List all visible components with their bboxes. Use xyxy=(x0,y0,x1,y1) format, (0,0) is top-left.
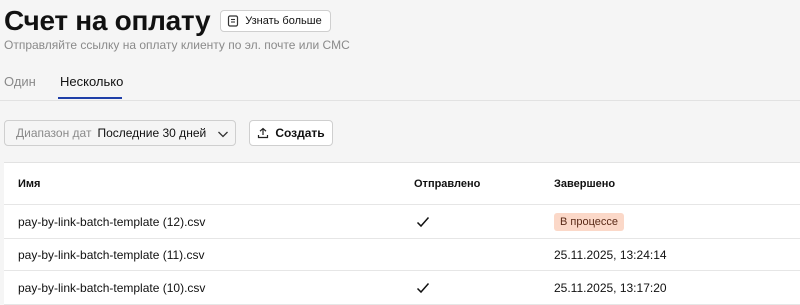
tab-single[interactable]: Один xyxy=(4,74,36,89)
completed-timestamp: 25.11.2025, 13:24:14 xyxy=(554,247,667,262)
table-row[interactable]: pay-by-link-batch-template (10).csv 25.1… xyxy=(4,271,800,305)
date-range-label: Диапазон дат xyxy=(16,126,92,140)
page-subtitle: Отправляйте ссылку на оплату клиенту по … xyxy=(4,38,350,52)
file-name: pay-by-link-batch-template (10).csv xyxy=(18,280,206,295)
column-header-completed[interactable]: Завершено xyxy=(554,163,615,204)
table-row[interactable]: pay-by-link-batch-template (12).csv В пр… xyxy=(4,205,800,239)
tab-multiple[interactable]: Несколько xyxy=(60,74,123,89)
page-title: Счет на оплату xyxy=(4,5,211,36)
upload-icon xyxy=(257,127,269,139)
checkmark-icon xyxy=(416,216,430,227)
chevron-down-icon xyxy=(217,128,229,138)
batch-table: Имя Отправлено Завершено pay-by-link-bat… xyxy=(4,162,800,305)
column-header-name[interactable]: Имя xyxy=(18,163,40,204)
learn-more-button[interactable]: Узнать больше xyxy=(220,10,331,32)
checkmark-icon xyxy=(416,282,430,293)
page: Счет на оплату Узнать больше Отправляйте… xyxy=(0,0,800,305)
file-name: pay-by-link-batch-template (12).csv xyxy=(18,214,206,229)
header: Счет на оплату Узнать больше xyxy=(4,4,331,38)
create-button[interactable]: Создать xyxy=(249,120,333,146)
active-tab-indicator xyxy=(58,97,122,99)
sent-cell xyxy=(414,205,430,238)
learn-more-label: Узнать больше xyxy=(245,15,322,27)
completed-timestamp: 25.11.2025, 13:17:20 xyxy=(554,280,667,295)
column-header-sent[interactable]: Отправлено xyxy=(414,163,480,204)
sent-cell xyxy=(414,271,430,304)
date-range-select[interactable]: Диапазон дат Последние 30 дней xyxy=(4,120,236,146)
completed-cell: В процессе xyxy=(554,205,624,238)
file-name: pay-by-link-batch-template (11).csv xyxy=(18,247,205,262)
status-badge: В процессе xyxy=(554,212,624,231)
table-header-row: Имя Отправлено Завершено xyxy=(4,163,800,205)
document-icon xyxy=(227,15,239,27)
tab-bar: Один Несколько xyxy=(0,62,800,101)
table-row[interactable]: pay-by-link-batch-template (11).csv 25.1… xyxy=(4,239,800,271)
create-label: Создать xyxy=(275,126,325,140)
date-range-value: Последние 30 дней xyxy=(97,126,207,140)
